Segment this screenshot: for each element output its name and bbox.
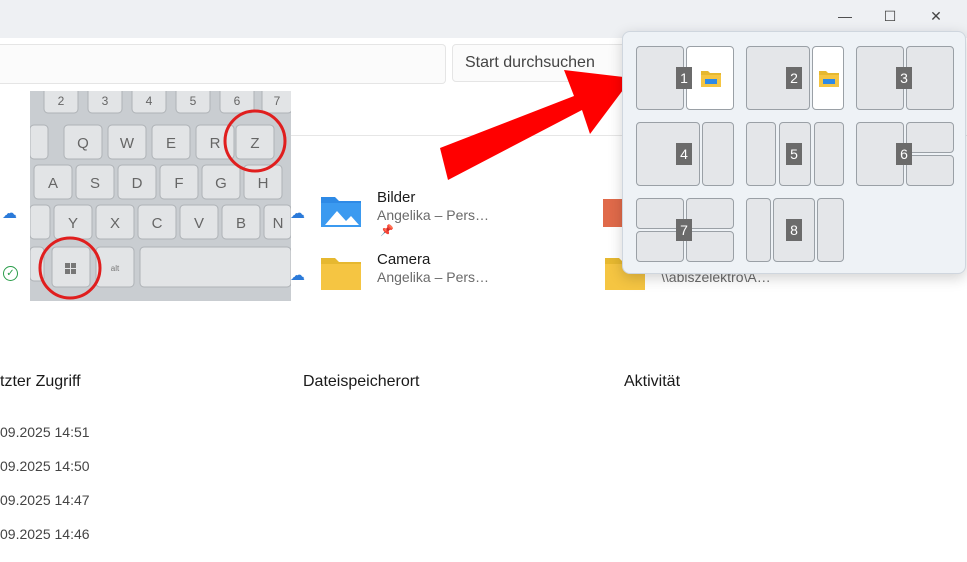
key-row-5: alt (30, 246, 291, 288)
key-label: R (210, 135, 221, 152)
pictures-folder-icon (321, 197, 361, 227)
snap-layout-1: 1 (636, 46, 734, 110)
cloud-sync-icon: ☁ (2, 205, 17, 222)
snap-layout-3: 3 (856, 46, 954, 110)
key-label: H (258, 175, 269, 192)
snap-zone[interactable] (814, 122, 844, 186)
snap-layout-number: 2 (786, 67, 802, 89)
key-label: S (90, 175, 100, 192)
snap-zone[interactable] (686, 231, 734, 262)
snap-zone[interactable] (686, 198, 734, 229)
snap-layout-number: 6 (896, 143, 912, 165)
pin-icon: 📌 (380, 225, 394, 237)
table-row-date: 09.2025 14:47 (0, 492, 90, 508)
key-label: B (236, 215, 246, 232)
file-location: Angelika – Pers… (377, 207, 490, 223)
key-label: Q (77, 135, 89, 152)
key-label: A (48, 175, 58, 192)
key-label: F (174, 175, 183, 192)
snap-zone[interactable] (746, 198, 771, 262)
key-label: 4 (146, 94, 153, 108)
key-label: X (110, 215, 120, 232)
key-label: D (132, 175, 143, 192)
snap-layout-number: 5 (786, 143, 802, 165)
key-label: 7 (274, 94, 281, 108)
key-label: 2 (58, 94, 65, 108)
key-label: E (166, 135, 176, 152)
snap-layout-6: 6 (856, 122, 954, 186)
folder-icon (603, 199, 623, 227)
snap-layout-number: 1 (676, 67, 692, 89)
minimize-icon[interactable]: — (822, 4, 868, 28)
snap-layout-7: 7 (636, 198, 734, 262)
snap-layout-number: 7 (676, 219, 692, 241)
key-label: 6 (234, 94, 241, 108)
snap-zone[interactable] (906, 122, 954, 153)
file-explorer-icon (701, 71, 721, 87)
column-header-last-access[interactable]: tzter Zugriff (0, 373, 81, 391)
snap-zone[interactable] (812, 46, 844, 110)
snap-layout-4: 4 (636, 122, 734, 186)
synced-check-icon: ✓ (3, 266, 18, 281)
file-name[interactable]: Camera (377, 251, 430, 268)
snap-zone[interactable] (702, 122, 734, 186)
snap-layout-number: 8 (786, 219, 802, 241)
key-row-4: Y X C V B N (30, 204, 291, 240)
snap-zone[interactable] (817, 198, 844, 262)
file-explorer-icon (819, 71, 839, 87)
key-label: W (120, 135, 135, 152)
maximize-icon[interactable]: ☐ (867, 4, 913, 28)
snap-zone[interactable] (906, 155, 954, 186)
address-bar[interactable] (0, 44, 446, 84)
key-label: C (152, 215, 163, 232)
key-label: N (273, 215, 284, 232)
snap-layout-number: 3 (896, 67, 912, 89)
alt-key-label: alt (111, 264, 120, 273)
key-label: Z (250, 135, 259, 152)
snap-layout-number: 4 (676, 143, 692, 165)
key-label: V (194, 215, 204, 232)
snap-layout-5: 5 (746, 122, 844, 186)
table-row-date: 09.2025 14:51 (0, 424, 90, 440)
snap-zone[interactable] (906, 46, 954, 110)
column-header-location[interactable]: Dateispeicherort (303, 373, 420, 391)
snap-zone[interactable] (746, 122, 776, 186)
key-label: 5 (190, 94, 197, 108)
cloud-sync-icon: ☁ (290, 205, 305, 222)
table-row-date: 09.2025 14:46 (0, 526, 90, 542)
table-row-date: 09.2025 14:50 (0, 458, 90, 474)
keyboard-photo: 2 3 4 5 6 7 Q W E R T Z A S D F G H (30, 91, 291, 301)
close-icon[interactable]: ✕ (913, 4, 959, 28)
folder-icon (321, 258, 361, 290)
snap-zone[interactable] (686, 46, 734, 110)
file-name[interactable]: Bilder (377, 189, 415, 206)
snap-layout-8: 8 (746, 198, 844, 262)
snap-layout-2: 2 (746, 46, 844, 110)
cloud-sync-icon: ☁ (290, 267, 305, 284)
annotation-arrow (440, 70, 632, 180)
column-header-activity[interactable]: Aktivität (624, 373, 680, 391)
key-label: G (215, 175, 227, 192)
file-location: Angelika – Pers… (377, 269, 490, 285)
key-label: 3 (102, 94, 109, 108)
snap-layouts-panel: 1 2 3 4 5 6 7 8 (622, 31, 966, 274)
key-label: Y (68, 215, 78, 232)
key-row-2: Q W E R T Z (30, 124, 275, 160)
